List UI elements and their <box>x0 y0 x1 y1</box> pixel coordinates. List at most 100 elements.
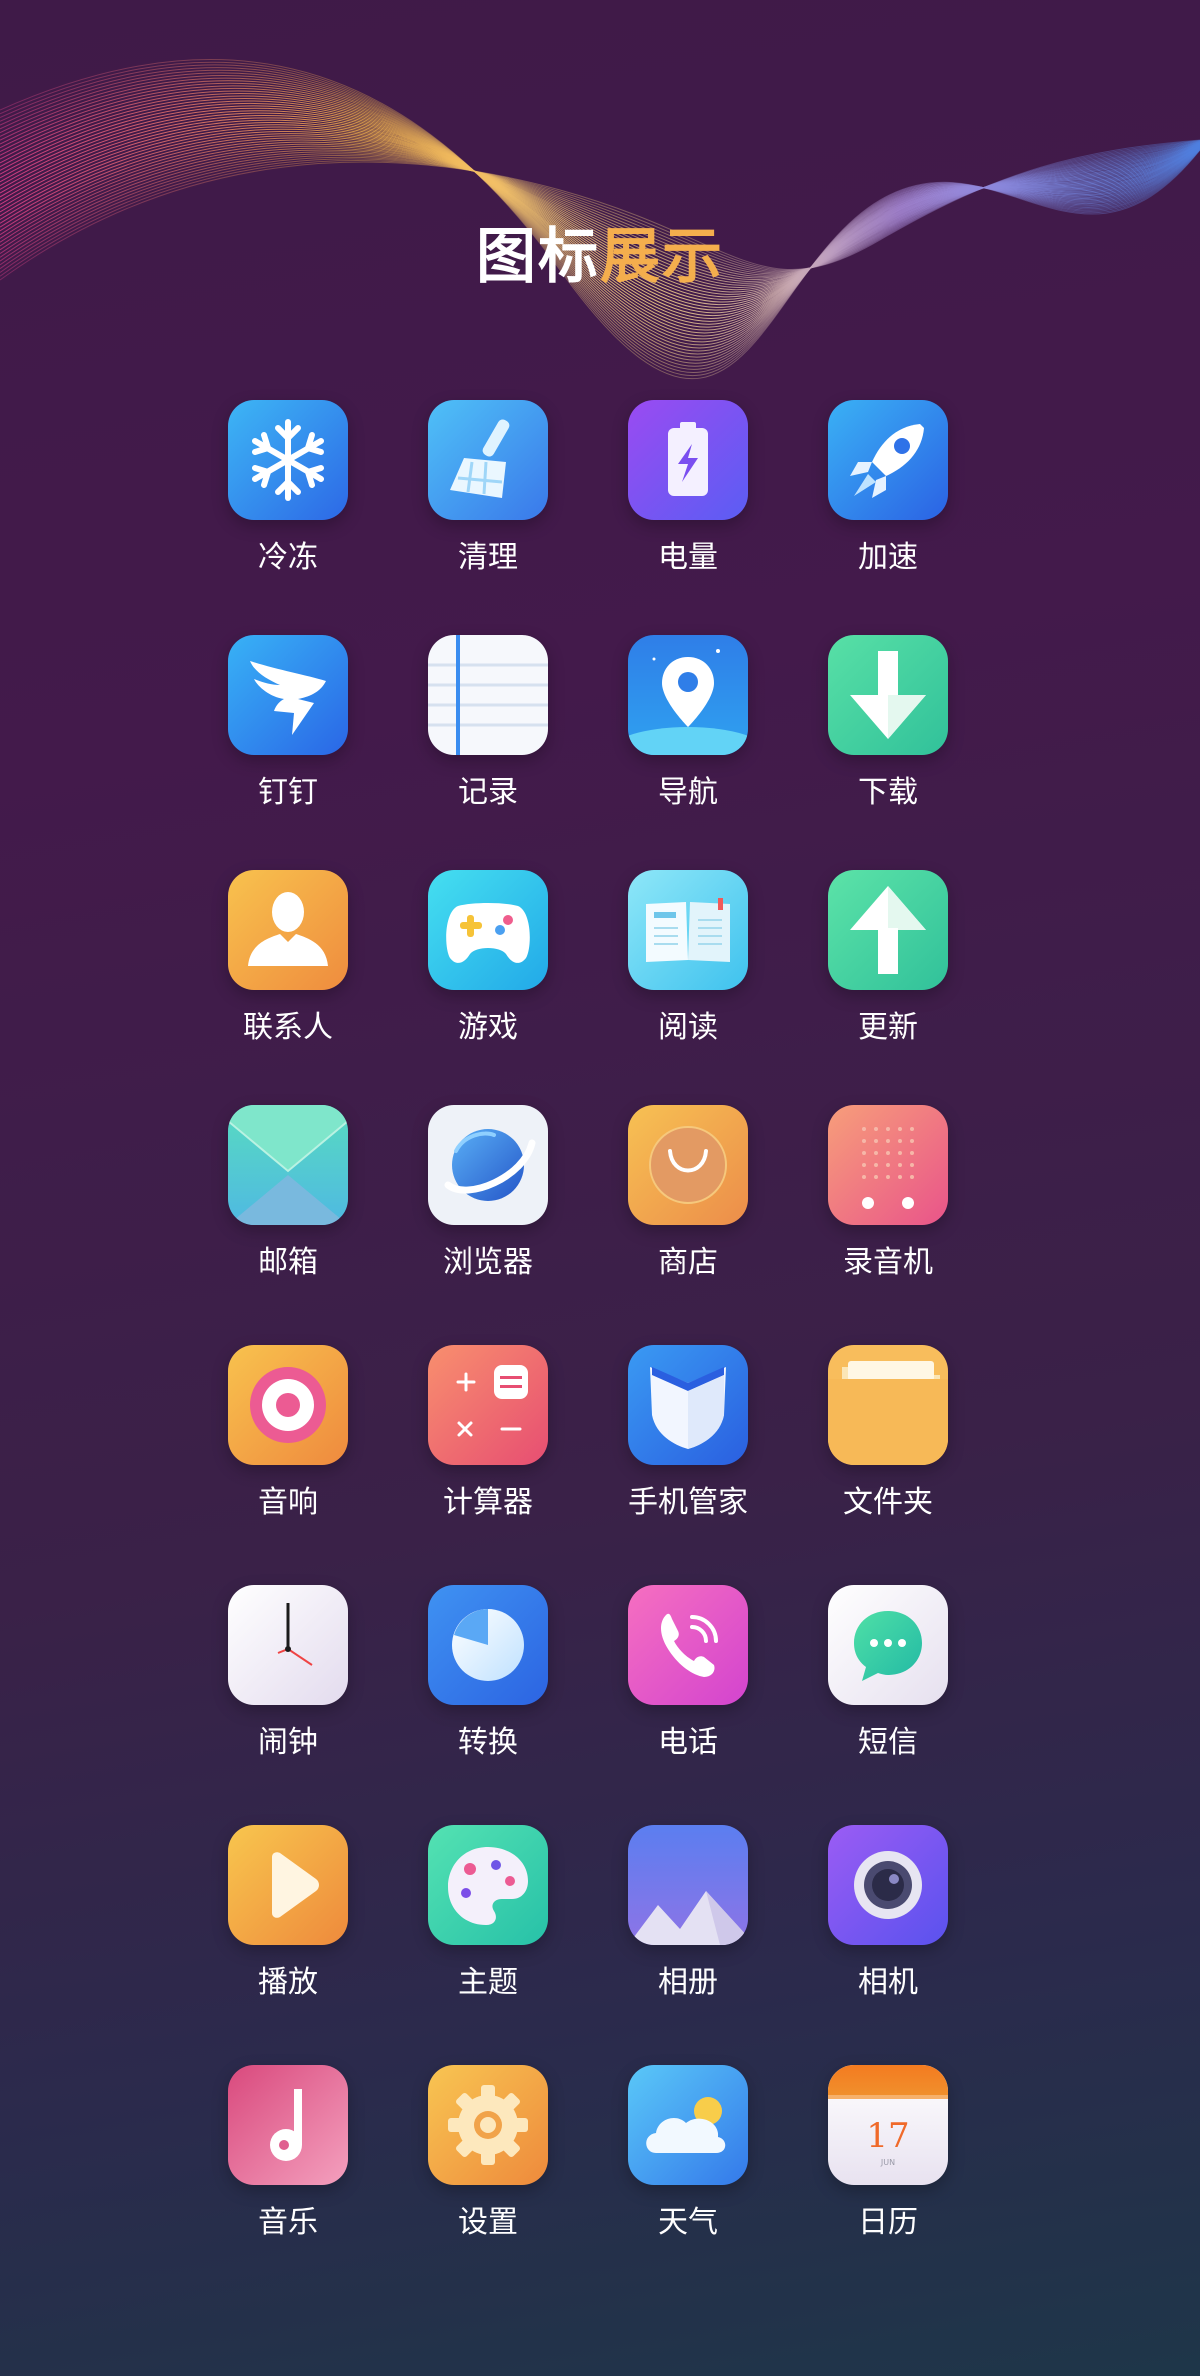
mountain-photo-icon <box>628 1825 748 1945</box>
gear-icon <box>428 2065 548 2185</box>
app-label: 相册 <box>658 1965 718 2000</box>
app-label: 联系人 <box>243 1010 333 1045</box>
calendar-icon: 17 JUN <box>828 2065 948 2185</box>
battery-icon <box>628 400 748 520</box>
app-label: 钉钉 <box>258 775 318 810</box>
broom-icon <box>428 400 548 520</box>
app-browser[interactable]: 浏览器 <box>388 1105 588 1281</box>
app-notes[interactable]: 记录 <box>388 635 588 811</box>
app-label: 加速 <box>858 540 918 575</box>
person-icon <box>228 870 348 990</box>
app-label: 文件夹 <box>843 1485 933 1520</box>
shopping-bag-icon <box>628 1105 748 1225</box>
app-label: 主题 <box>458 1965 518 2000</box>
app-label: 电量 <box>658 540 718 575</box>
app-contacts[interactable]: 联系人 <box>188 870 388 1046</box>
app-reading[interactable]: 阅读 <box>588 870 788 1046</box>
app-player[interactable]: 播放 <box>188 1825 388 2001</box>
app-label: 日历 <box>858 2205 918 2240</box>
app-music[interactable]: 音乐 <box>188 2065 388 2241</box>
app-update[interactable]: 更新 <box>788 870 988 1046</box>
clock-icon <box>228 1585 348 1705</box>
play-icon <box>228 1825 348 1945</box>
app-label: 音响 <box>258 1485 318 1520</box>
app-label: 清理 <box>458 540 518 575</box>
calculator-icon <box>428 1345 548 1465</box>
notepad-icon <box>428 635 548 755</box>
app-phone-manager[interactable]: 手机管家 <box>588 1345 788 1521</box>
app-weather[interactable]: 天气 <box>588 2065 788 2241</box>
app-label: 相机 <box>858 1965 918 2000</box>
app-label: 计算器 <box>443 1485 533 1520</box>
app-label: 导航 <box>658 775 718 810</box>
app-label: 下载 <box>858 775 918 810</box>
app-label: 设置 <box>458 2205 518 2240</box>
app-mail[interactable]: 邮箱 <box>188 1105 388 1281</box>
speaker-icon <box>228 1345 348 1465</box>
app-label: 商店 <box>658 1245 718 1280</box>
palette-icon <box>428 1825 548 1945</box>
rocket-icon <box>828 400 948 520</box>
app-games[interactable]: 游戏 <box>388 870 588 1046</box>
cloud-sun-icon <box>628 2065 748 2185</box>
app-camera[interactable]: 相机 <box>788 1825 988 2001</box>
app-dingtalk[interactable]: 钉钉 <box>188 635 388 811</box>
app-convert[interactable]: 转换 <box>388 1585 588 1761</box>
title-part-2-highlight: 展示 <box>600 222 724 292</box>
app-calendar[interactable]: 17 JUN 日历 <box>788 2065 988 2241</box>
planet-globe-icon <box>428 1105 548 1225</box>
envelope-icon <box>228 1105 348 1225</box>
app-label: 短信 <box>858 1725 918 1760</box>
app-battery[interactable]: 电量 <box>588 400 788 576</box>
calendar-day: 17 <box>866 2116 909 2156</box>
app-label: 天气 <box>658 2205 718 2240</box>
app-label: 播放 <box>258 1965 318 2000</box>
recorder-grille-icon <box>828 1105 948 1225</box>
app-label: 游戏 <box>458 1010 518 1045</box>
app-label: 邮箱 <box>258 1245 318 1280</box>
app-label: 浏览器 <box>443 1245 533 1280</box>
decorative-wave-ribbon <box>0 59 1200 380</box>
app-label: 手机管家 <box>628 1485 748 1520</box>
app-label: 闹钟 <box>258 1725 318 1760</box>
app-phone[interactable]: 电话 <box>588 1585 788 1761</box>
camera-lens-icon <box>828 1825 948 1945</box>
calendar-month: JUN <box>880 2158 895 2167</box>
app-label: 电话 <box>658 1725 718 1760</box>
app-alarm-clock[interactable]: 闹钟 <box>188 1585 388 1761</box>
music-note-icon <box>228 2065 348 2185</box>
app-label: 冷冻 <box>258 540 318 575</box>
phone-icon <box>628 1585 748 1705</box>
down-arrow-icon <box>828 635 948 755</box>
map-pin-icon <box>628 635 748 755</box>
app-gallery[interactable]: 相册 <box>588 1825 788 2001</box>
app-label: 更新 <box>858 1010 918 1045</box>
app-calculator[interactable]: 计算器 <box>388 1345 588 1521</box>
gamepad-icon <box>428 870 548 990</box>
app-clean[interactable]: 清理 <box>388 400 588 576</box>
app-themes[interactable]: 主题 <box>388 1825 588 2001</box>
app-store[interactable]: 商店 <box>588 1105 788 1281</box>
title-part-1: 图标 <box>476 222 600 292</box>
dingtalk-wing-icon <box>228 635 348 755</box>
app-download[interactable]: 下载 <box>788 635 988 811</box>
app-label: 转换 <box>458 1725 518 1760</box>
up-arrow-icon <box>828 870 948 990</box>
app-navigation[interactable]: 导航 <box>588 635 788 811</box>
open-book-icon <box>628 870 748 990</box>
app-boost[interactable]: 加速 <box>788 400 988 576</box>
app-cold-freeze[interactable]: 冷冻 <box>188 400 388 576</box>
app-label: 记录 <box>458 775 518 810</box>
app-speaker[interactable]: 音响 <box>188 1345 388 1521</box>
app-settings[interactable]: 设置 <box>388 2065 588 2241</box>
chat-bubble-icon <box>828 1585 948 1705</box>
shield-icon <box>628 1345 748 1465</box>
snowflake-icon <box>228 400 348 520</box>
app-messages[interactable]: 短信 <box>788 1585 988 1761</box>
app-label: 阅读 <box>658 1010 718 1045</box>
page-title: 图标展示 <box>0 208 1200 295</box>
app-label: 录音机 <box>843 1245 933 1280</box>
app-files[interactable]: 文件夹 <box>788 1345 988 1521</box>
pie-dial-icon <box>428 1585 548 1705</box>
app-recorder[interactable]: 录音机 <box>788 1105 988 1281</box>
